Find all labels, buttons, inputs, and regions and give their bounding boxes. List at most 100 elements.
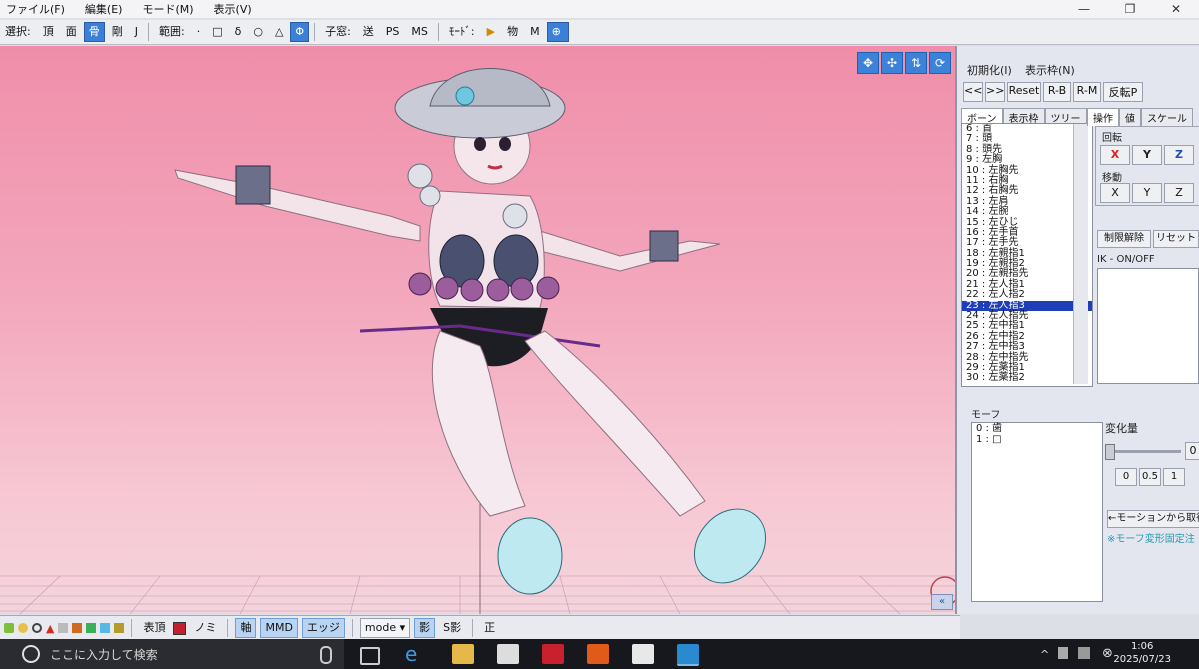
orthographic-button[interactable]: 正: [480, 619, 499, 637]
close-icon[interactable]: ✕: [1153, 0, 1199, 18]
range-rect-button[interactable]: □: [207, 22, 227, 42]
reset-button[interactable]: Reset: [1007, 82, 1041, 102]
color-swatch-icon[interactable]: [173, 621, 187, 635]
child-ps-button[interactable]: PS: [381, 22, 405, 42]
menu-edit[interactable]: 編集(E): [85, 1, 123, 17]
sun-icon[interactable]: [18, 623, 28, 633]
triangle-icon[interactable]: ▲: [46, 622, 54, 635]
axis-button[interactable]: 軸: [235, 618, 257, 638]
green-icon[interactable]: [86, 623, 97, 633]
reset-pose-button[interactable]: リセット: [1153, 230, 1199, 248]
taskbar-clock[interactable]: 1:06 2025/07/23: [1113, 640, 1171, 666]
tray-volume-icon[interactable]: [1078, 647, 1090, 659]
menu-view[interactable]: 表示(V): [214, 1, 252, 17]
select-face-button[interactable]: 面: [61, 22, 82, 42]
change-value-field[interactable]: 0: [1185, 442, 1199, 460]
target-icon[interactable]: ⊕: [546, 22, 569, 42]
move-y-button[interactable]: Y: [1132, 183, 1162, 203]
range-circle-button[interactable]: ○: [248, 22, 268, 42]
tab-operation[interactable]: 操作: [1087, 108, 1119, 126]
range-triangle-button[interactable]: △: [270, 22, 288, 42]
play-icon[interactable]: ▶: [482, 22, 500, 42]
select-rigid-button[interactable]: 剛: [107, 22, 128, 42]
select-bone-button[interactable]: 骨: [83, 22, 105, 42]
mode-m-button[interactable]: M: [525, 22, 545, 42]
pan-icon[interactable]: ✣: [881, 52, 903, 74]
file-explorer-icon[interactable]: [452, 644, 474, 664]
rotate-z-button[interactable]: Z: [1164, 145, 1194, 165]
change-slider-thumb[interactable]: [1105, 444, 1115, 460]
bone-list-scrollbar[interactable]: [1073, 124, 1088, 384]
material-icon[interactable]: [72, 623, 83, 633]
next-frame-button[interactable]: >>: [985, 82, 1005, 102]
minimize-icon[interactable]: —: [1061, 0, 1107, 18]
search-placeholder[interactable]: ここに入力して検索: [50, 646, 158, 663]
edge-button[interactable]: エッジ: [301, 618, 345, 638]
rotate-x-button[interactable]: X: [1100, 145, 1130, 165]
rb-button[interactable]: R-B: [1043, 82, 1071, 102]
collapse-panel-button[interactable]: «: [931, 594, 953, 610]
ik-list[interactable]: [1097, 268, 1199, 384]
rotate-camera-icon[interactable]: ⟳: [929, 52, 951, 74]
morph-list[interactable]: 0 : 歯 1 : □: [971, 422, 1103, 602]
preset-1-button[interactable]: 1: [1163, 468, 1185, 486]
tray-network-icon[interactable]: [1058, 647, 1068, 659]
only-button[interactable]: ノミ: [190, 619, 220, 637]
mode-dropdown[interactable]: mode ▾: [359, 618, 411, 638]
prev-frame-button[interactable]: <<: [963, 82, 983, 102]
range-point-button[interactable]: ·: [192, 22, 206, 42]
menu-mode[interactable]: モード(M): [142, 1, 193, 17]
select-vertex-button[interactable]: 頂: [38, 22, 59, 42]
tray-muted-icon[interactable]: ⊗: [1102, 646, 1113, 661]
child-ms-button[interactable]: MS: [406, 22, 432, 42]
range-label: 範囲:: [158, 25, 185, 38]
child-send-button[interactable]: 送: [358, 22, 379, 42]
flip-pose-button[interactable]: 反転P: [1103, 82, 1143, 102]
move-x-button[interactable]: X: [1100, 183, 1130, 203]
app-icon[interactable]: [587, 644, 609, 664]
edge-browser-icon[interactable]: e: [405, 644, 427, 664]
leaf-icon[interactable]: [4, 623, 14, 633]
range-delta-button[interactable]: δ: [230, 22, 247, 42]
mmd-button[interactable]: MMD: [260, 618, 298, 638]
microphone-icon[interactable]: [320, 646, 332, 664]
change-slider[interactable]: [1105, 450, 1181, 453]
range-phi-button[interactable]: Φ: [290, 22, 310, 42]
store-icon[interactable]: [497, 644, 519, 664]
move-z-button[interactable]: Z: [1164, 183, 1194, 203]
mcafee-icon[interactable]: [542, 644, 564, 664]
circle-icon[interactable]: [32, 623, 42, 633]
initialize-button[interactable]: 初期化(I): [967, 62, 1012, 78]
preset-05-button[interactable]: 0.5: [1139, 468, 1161, 486]
rm-button[interactable]: R-M: [1073, 82, 1101, 102]
ik-toggle-label[interactable]: IK - ON/OFF: [1097, 254, 1155, 265]
shadow-button[interactable]: 影: [414, 618, 436, 638]
unlock-limit-button[interactable]: 制限解除: [1097, 230, 1151, 248]
morph-item[interactable]: 0 : 歯: [972, 423, 1102, 434]
get-from-motion-button[interactable]: ←モーションから取得: [1107, 510, 1199, 528]
tray-chevron-icon[interactable]: ^: [1040, 648, 1049, 661]
tab-value[interactable]: 値: [1119, 108, 1141, 126]
mesh-icon[interactable]: [58, 623, 69, 633]
menu-file[interactable]: ファイル(F): [6, 1, 65, 17]
yellow-icon[interactable]: [114, 623, 125, 633]
self-shadow-button[interactable]: S影: [439, 619, 465, 637]
taskbar-search[interactable]: ここに入力して検索: [0, 639, 344, 669]
display-frame-button[interactable]: 表示枠(N): [1025, 62, 1075, 78]
mail-icon[interactable]: [632, 644, 654, 664]
morph-item[interactable]: 1 : □: [972, 434, 1102, 445]
blue-icon[interactable]: [100, 623, 111, 633]
move-camera-icon[interactable]: ✥: [857, 52, 879, 74]
physics-button[interactable]: 物: [502, 22, 523, 42]
rotate-y-button[interactable]: Y: [1132, 145, 1162, 165]
pmx-editor-icon[interactable]: [677, 644, 699, 666]
zoom-icon[interactable]: ⇅: [905, 52, 927, 74]
preset-0-button[interactable]: 0: [1115, 468, 1137, 486]
task-view-icon[interactable]: [360, 647, 380, 665]
restore-icon[interactable]: ❐: [1107, 0, 1153, 18]
front-top-button[interactable]: 表頂: [139, 619, 169, 637]
cortana-icon[interactable]: [22, 645, 40, 663]
select-joint-button[interactable]: J: [130, 22, 143, 42]
3d-viewport[interactable]: ✥ ✣ ⇅ ⟳ «: [0, 46, 957, 614]
tab-scale[interactable]: スケール: [1141, 108, 1193, 126]
